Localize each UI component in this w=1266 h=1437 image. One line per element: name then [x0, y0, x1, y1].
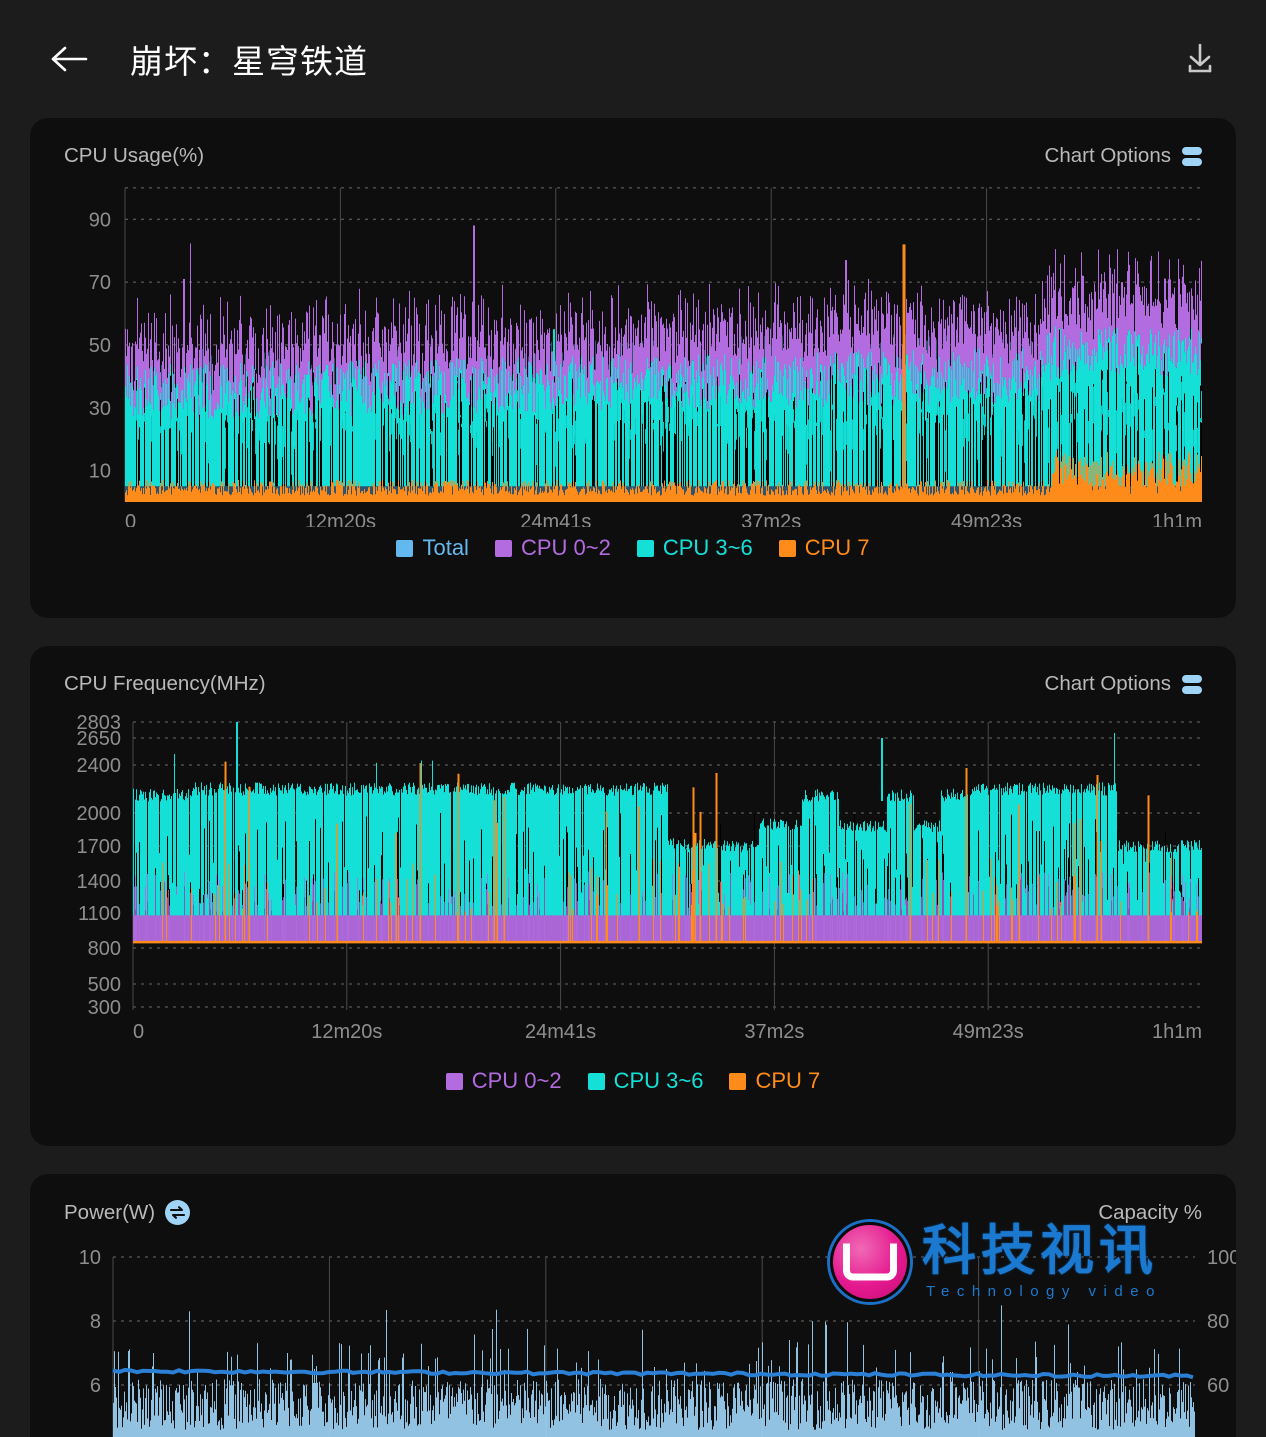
- card-header: CPU Frequency(MHz) Chart Options: [30, 672, 1236, 696]
- plot-cpu-usage[interactable]: 10 30 50 70 90 0 12m20s 24m41s 37m2s 49m23s 1h1m: [30, 182, 1236, 527]
- card-title-text: CPU Frequency(MHz): [64, 672, 266, 695]
- card-header: CPU Usage(%) Chart Options: [30, 144, 1236, 168]
- legend-label-total: Total: [422, 535, 469, 560]
- swap-arrows-glyph: [170, 1206, 186, 1219]
- legend-swatch-cpu02: [445, 1072, 463, 1090]
- capacity-label-text: Capacity %: [1098, 1200, 1202, 1224]
- swap-axis-icon[interactable]: [165, 1200, 191, 1225]
- legend-label-cpu36: CPU 3~6: [613, 1068, 704, 1093]
- card-header: Power(W) Capacity %: [30, 1200, 1236, 1225]
- arrow-left-icon: [51, 46, 88, 72]
- legend-item-cpu7[interactable]: CPU 7: [729, 1068, 820, 1094]
- chart-options-button-usage[interactable]: Chart Options: [1045, 144, 1202, 168]
- legend-label-cpu36: CPU 3~6: [662, 535, 753, 560]
- legend-swatch-cpu7: [729, 1072, 747, 1090]
- legend-cpu-usage: Total CPU 0~2 CPU 3~6 CPU 7: [30, 535, 1236, 561]
- download-button[interactable]: [1178, 37, 1222, 81]
- card-power: Power(W) Capacity % 6 8 10 60 80 100 科技视讯 Tec…: [30, 1174, 1236, 1437]
- card-title-text: Power(W): [64, 1200, 156, 1224]
- capacity-label: Capacity %: [1098, 1201, 1202, 1225]
- card-title-cpu-usage: CPU Usage(%): [64, 144, 204, 168]
- back-button[interactable]: [46, 36, 92, 82]
- cards-container: CPU Usage(%) Chart Options 10 30 50 70 90 0 12…: [0, 118, 1266, 1437]
- card-cpu-usage: CPU Usage(%) Chart Options 10 30 50 70 90 0 12…: [30, 118, 1236, 618]
- legend-label-cpu7: CPU 7: [755, 1068, 821, 1093]
- legend-item-cpu02[interactable]: CPU 0~2: [445, 1068, 562, 1094]
- legend-item-cpu7[interactable]: CPU 7: [778, 535, 870, 561]
- legend-item-cpu36[interactable]: CPU 3~6: [636, 535, 753, 561]
- legend-cpu-frequency: CPU 0~2 CPU 3~6 CPU 7: [30, 1068, 1236, 1094]
- chart-options-label: Chart Options: [1044, 144, 1171, 167]
- plot-cpu-frequency[interactable]: 300 500 800 1100 1400 1700 2000 2400 2650 2803 0 12…: [30, 710, 1236, 1060]
- legend-item-cpu02[interactable]: CPU 0~2: [494, 535, 611, 561]
- page-title: 崩坏：星穹铁道: [130, 43, 368, 80]
- legend-swatch-total: [396, 539, 414, 557]
- legend-label-cpu7: CPU 7: [804, 535, 870, 560]
- chart-options-label: Chart Options: [1044, 672, 1171, 695]
- download-icon: [1188, 43, 1212, 73]
- card-title-text: CPU Usage(%): [64, 144, 205, 167]
- card-cpu-frequency: CPU Frequency(MHz) Chart Options 300 500 8…: [30, 646, 1236, 1146]
- legend-item-total[interactable]: Total: [396, 535, 469, 561]
- legend-item-cpu36[interactable]: CPU 3~6: [587, 1068, 704, 1094]
- app-header: 崩坏：星穹铁道: [0, 0, 1266, 118]
- card-title-cpu-frequency: CPU Frequency(MHz): [64, 672, 266, 696]
- legend-swatch-cpu36: [587, 1072, 605, 1090]
- plot-power[interactable]: 6 8 10 60 80 100: [30, 1239, 1236, 1437]
- card-title-power: Power(W): [64, 1200, 191, 1225]
- chart-options-button-frequency[interactable]: Chart Options: [1045, 672, 1202, 696]
- chart-options-icon: [1182, 674, 1202, 694]
- legend-label-cpu02: CPU 0~2: [471, 1068, 562, 1093]
- legend-swatch-cpu02: [494, 539, 512, 557]
- chart-options-icon: [1182, 146, 1202, 166]
- legend-swatch-cpu36: [636, 539, 654, 557]
- legend-label-cpu02: CPU 0~2: [520, 535, 611, 560]
- legend-swatch-cpu7: [778, 539, 796, 557]
